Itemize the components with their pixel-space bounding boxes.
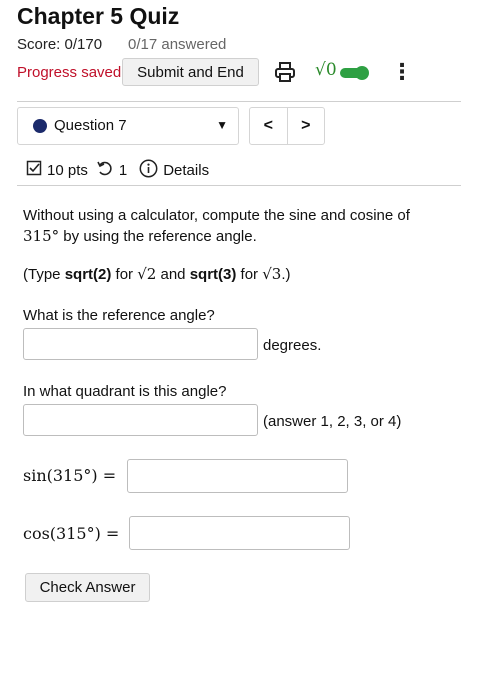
attempts-count: 1 — [118, 161, 128, 179]
math-mode-toggle[interactable] — [340, 65, 370, 81]
reference-angle-question: What is the reference angle? — [23, 307, 215, 324]
input-hint: (Type sqrt(2) for √2 and sqrt(3) for √3.… — [23, 265, 290, 283]
previous-question-button[interactable]: < — [250, 108, 287, 144]
hint-math-sqrt2: √2 — [137, 265, 157, 283]
submit-and-end-button[interactable]: Submit and End — [122, 58, 259, 86]
sine-input[interactable] — [127, 459, 348, 493]
caret-down-icon: ▼ — [216, 118, 228, 132]
page-title: Chapter 5 Quiz — [17, 3, 180, 29]
points-text: 10 pts — [47, 161, 88, 179]
reference-angle-input[interactable] — [23, 328, 258, 360]
answered-count: 0/17 answered — [128, 36, 227, 53]
question-meta: 10 pts 1 Details — [26, 159, 209, 181]
hint-and: and — [156, 266, 190, 283]
quadrant-hint: (answer 1, 2, 3, or 4) — [263, 413, 402, 430]
question-select-label: Question 7 — [54, 117, 127, 134]
quadrant-question: In what quadrant is this angle? — [23, 383, 227, 400]
math-mode-icon[interactable]: √0 — [315, 60, 337, 80]
check-answer-button[interactable]: Check Answer — [25, 573, 150, 602]
details-link[interactable]: Details — [163, 162, 209, 179]
question-nav: < > — [249, 107, 325, 145]
header-divider — [17, 101, 461, 102]
more-options-icon[interactable]: ⋮ — [391, 60, 413, 84]
retry-icon — [97, 160, 114, 181]
question-status-dot — [33, 119, 47, 133]
hint-math-sqrt3: √3 — [262, 265, 282, 283]
question-prompt: Without using a calculator, compute the … — [23, 205, 453, 247]
hint-for-1: for — [111, 266, 138, 283]
info-icon[interactable] — [139, 159, 158, 182]
hint-prefix: (Type — [23, 266, 65, 283]
cosine-label: cos(315°) = — [23, 524, 120, 543]
sine-label: sin(315°) = — [23, 466, 117, 485]
prompt-line-1: Without using a calculator, compute the … — [23, 207, 410, 224]
prompt-line-2: by using the reference angle. — [59, 228, 257, 245]
prompt-angle: 315° — [23, 227, 60, 245]
reference-angle-unit: degrees. — [263, 337, 322, 354]
quadrant-input[interactable] — [23, 404, 258, 436]
progress-status: Progress saved — [17, 64, 122, 81]
hint-for-2: for — [236, 266, 263, 283]
question-select[interactable]: Question 7 ▼ — [17, 107, 239, 145]
checkbox-icon — [26, 160, 42, 180]
printer-icon[interactable] — [274, 61, 296, 83]
cosine-input[interactable] — [129, 516, 350, 550]
hint-suffix: .) — [281, 266, 291, 283]
score-text: Score: 0/170 — [17, 36, 103, 53]
hint-sqrt2: sqrt(2) — [64, 266, 112, 283]
next-question-button[interactable]: > — [287, 108, 324, 144]
hint-sqrt3: sqrt(3) — [189, 266, 237, 283]
meta-divider — [17, 185, 461, 186]
